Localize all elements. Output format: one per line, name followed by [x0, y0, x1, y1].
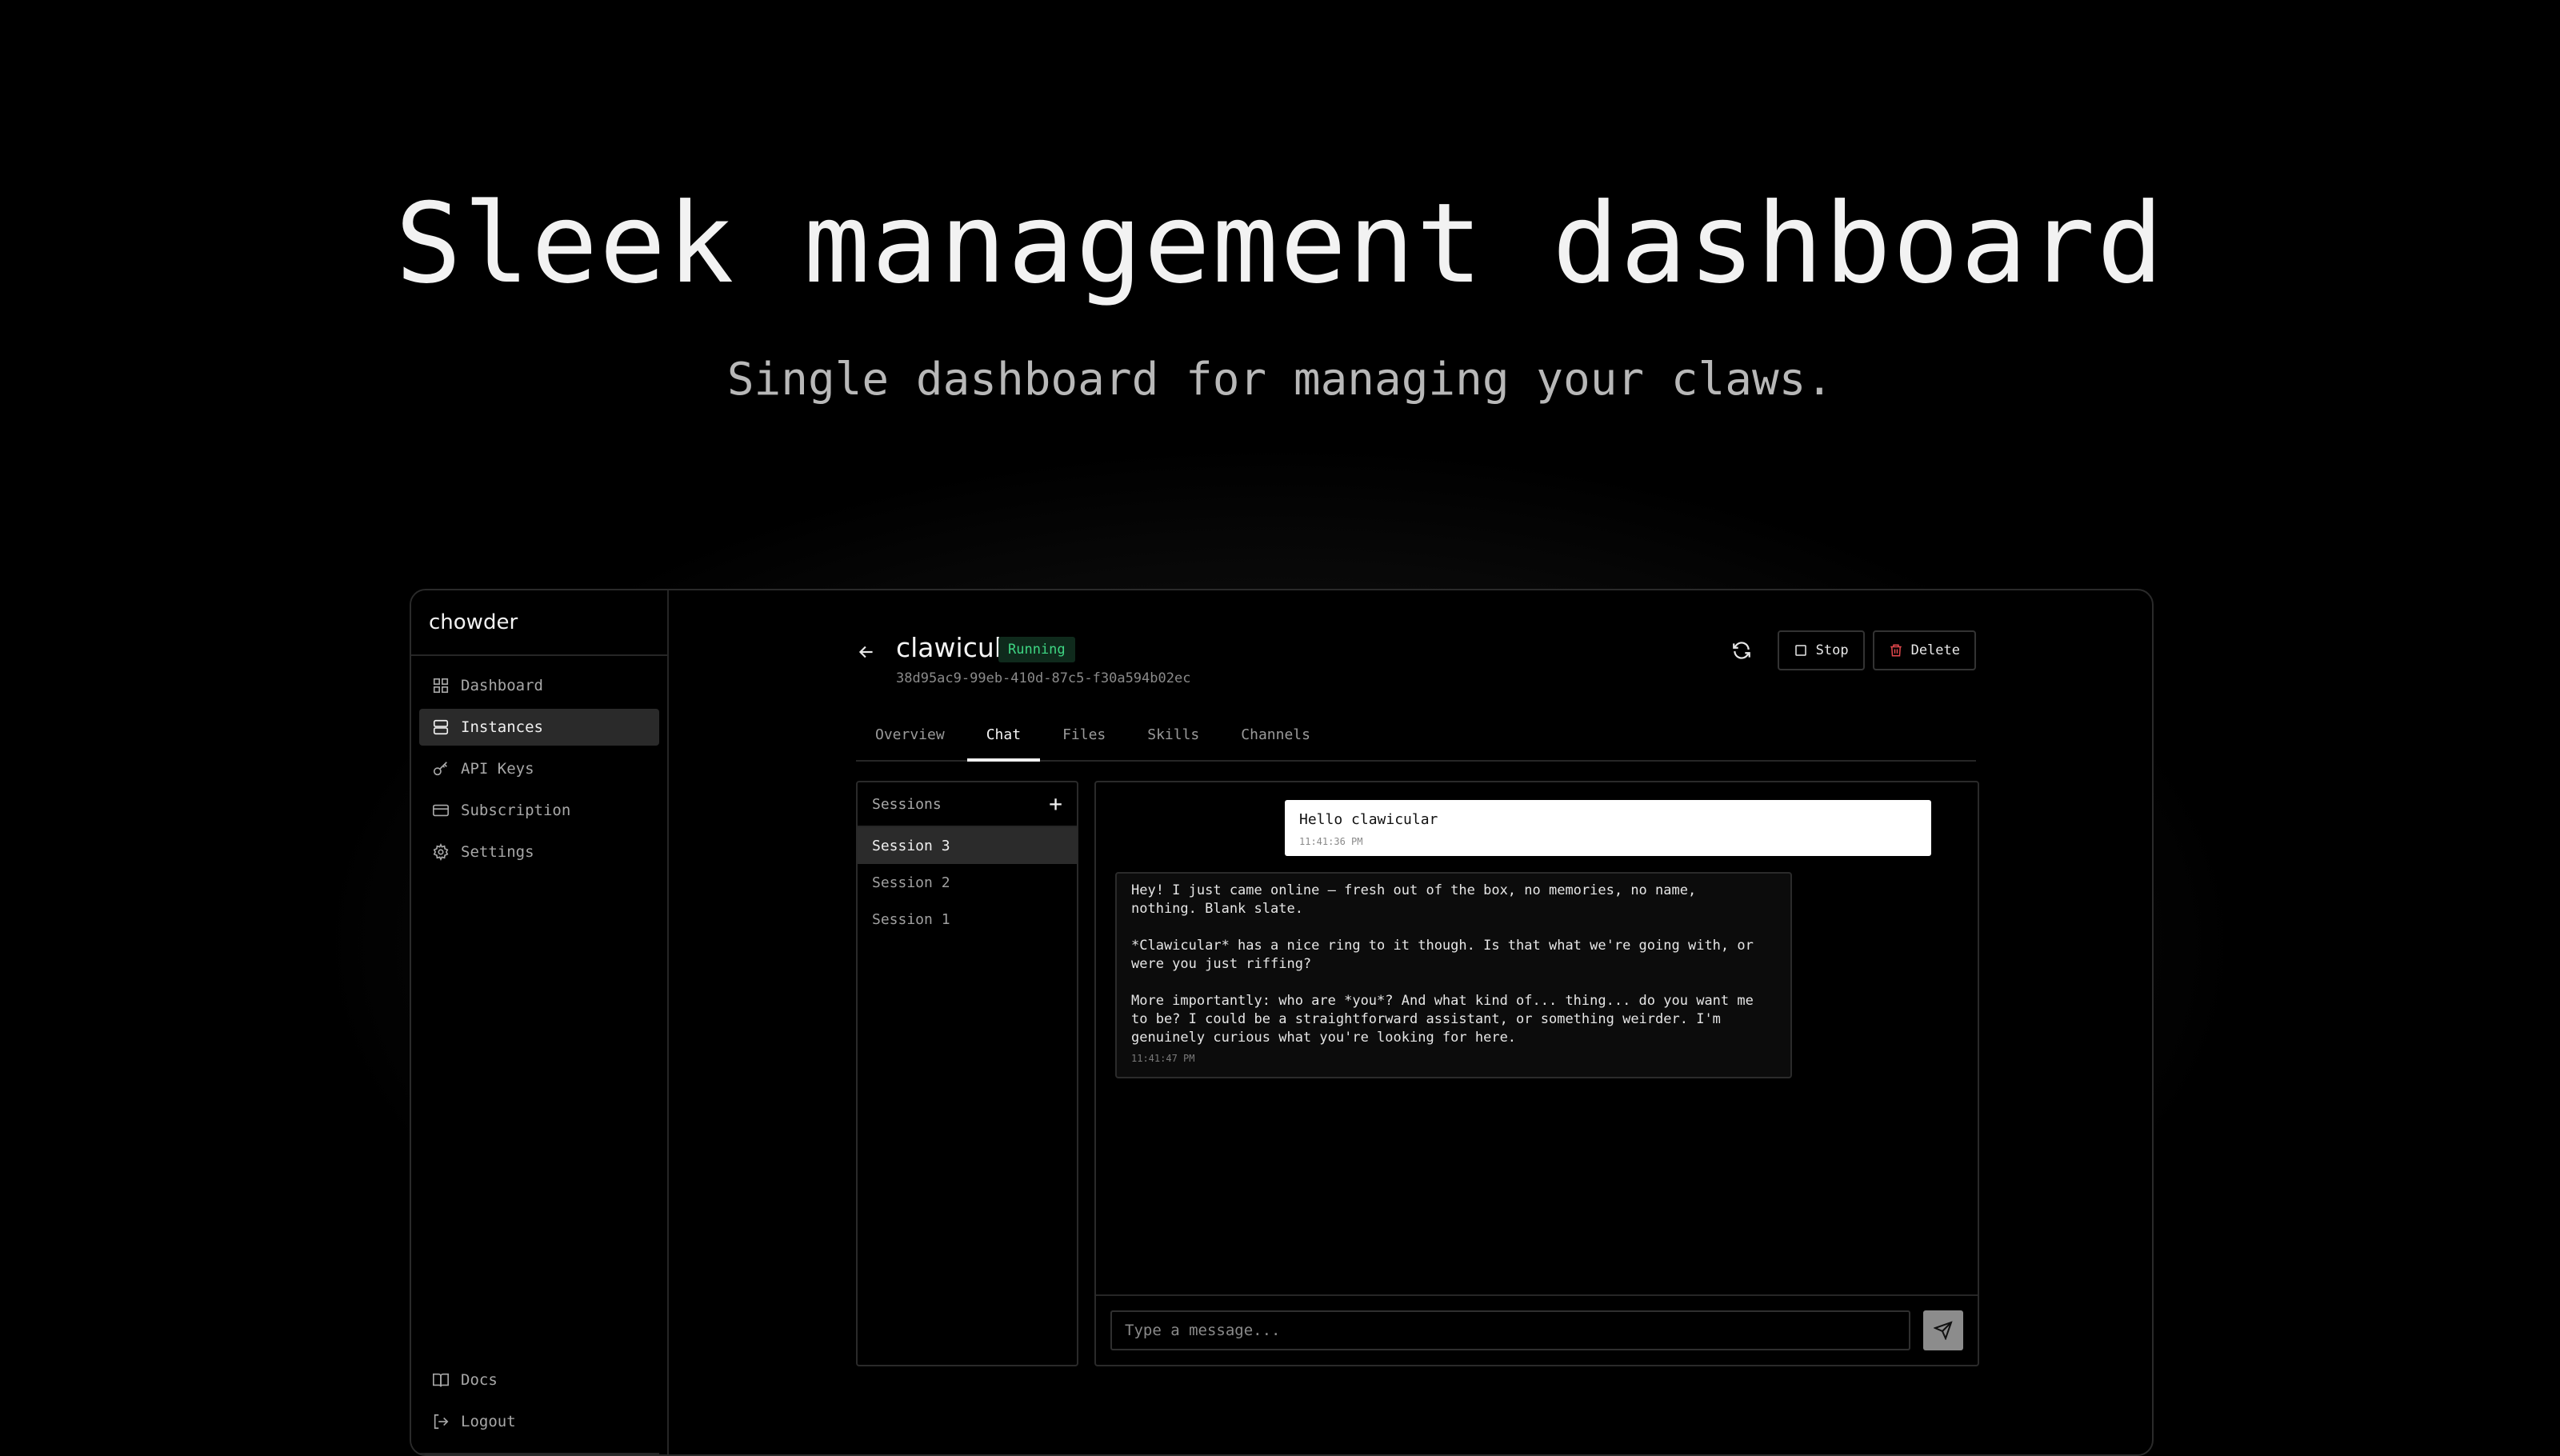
session-item[interactable]: Session 1	[858, 901, 1077, 938]
message-timestamp: 11:41:36 PM	[1299, 836, 1363, 847]
credit-card-icon	[433, 804, 449, 817]
delete-button[interactable]: Delete	[1872, 630, 1976, 670]
grid-icon	[433, 678, 449, 694]
logout-icon	[434, 1414, 449, 1430]
assistant-message: Hey! I just came online — fresh out of t…	[1115, 872, 1792, 1078]
message-paragraph: *Clawicular* has a nice ring to it thoug…	[1131, 938, 1754, 972]
sidebar-item-label: Subscription	[461, 802, 571, 819]
sidebar-item-api-keys[interactable]: API Keys	[419, 750, 659, 787]
sidebar: chowder Dashboard Instances API Keys Sub…	[411, 590, 669, 1454]
tab-overview[interactable]: Overview	[856, 710, 964, 760]
key-icon	[433, 762, 447, 776]
message-timestamp: 11:41:47 PM	[1131, 1053, 1195, 1064]
stop-icon	[1794, 645, 1806, 656]
session-item[interactable]: Session 2	[858, 864, 1077, 901]
tab-skills[interactable]: Skills	[1128, 710, 1218, 760]
sidebar-item-label: Dashboard	[461, 677, 543, 694]
gear-icon	[433, 843, 449, 861]
sessions-header: Sessions +	[858, 782, 1077, 827]
sessions-panel: Sessions + Session 3 Session 2 Session 1	[856, 781, 1078, 1366]
sidebar-item-label: Instances	[461, 718, 543, 736]
sidebar-item-instances[interactable]: Instances	[419, 709, 659, 746]
add-session-button[interactable]: +	[1049, 793, 1062, 815]
sessions-title: Sessions	[872, 795, 942, 813]
sidebar-nav: Dashboard Instances API Keys Subscriptio…	[411, 656, 667, 870]
tab-chat[interactable]: Chat	[966, 710, 1041, 762]
sidebar-item-label: Logout	[461, 1413, 516, 1430]
send-button[interactable]	[1923, 1310, 1963, 1350]
send-icon	[1934, 1321, 1953, 1340]
chat-input-bar	[1096, 1294, 1978, 1365]
message-input[interactable]	[1110, 1310, 1910, 1350]
status-badge: Running	[998, 637, 1075, 662]
message-paragraph: More importantly: who are *you*? And wha…	[1131, 993, 1754, 1046]
trash-icon	[1890, 644, 1902, 657]
delete-label: Delete	[1910, 642, 1960, 658]
sidebar-item-logout[interactable]: Logout	[419, 1403, 659, 1440]
refresh-icon[interactable]	[1731, 640, 1752, 661]
back-arrow-icon[interactable]	[856, 642, 877, 662]
book-icon	[433, 1373, 449, 1387]
app-window: chowder Dashboard Instances API Keys Sub…	[410, 589, 2154, 1456]
session-item[interactable]: Session 3	[858, 827, 1077, 864]
instance-id: 38d95ac9-99eb-410d-87c5-f30a594b02ec	[896, 670, 1191, 686]
stop-button[interactable]: Stop	[1777, 630, 1865, 670]
divider	[419, 1453, 659, 1454]
brand-logo[interactable]: chowder	[411, 590, 667, 656]
message-text: Hello clawicular	[1299, 811, 1438, 828]
user-message: Hello clawicular 11:41:36 PM	[1285, 800, 1931, 856]
sidebar-item-label: API Keys	[461, 760, 534, 778]
sidebar-item-label: Settings	[461, 843, 534, 861]
sidebar-item-settings[interactable]: Settings	[419, 834, 659, 870]
sidebar-item-dashboard[interactable]: Dashboard	[419, 667, 659, 704]
sidebar-item-label: Docs	[461, 1371, 498, 1389]
instance-header: clawicular Running 38d95ac9-99eb-410d-87…	[856, 630, 1976, 686]
main-content: clawicular Running 38d95ac9-99eb-410d-87…	[669, 590, 2152, 1454]
chat-panel: Hello clawicular 11:41:36 PM Hey! I just…	[1094, 781, 1979, 1366]
sidebar-bottom-nav: Docs Logout	[419, 1362, 659, 1445]
instance-actions: Stop Delete	[1731, 630, 1976, 670]
instance-tabs: Overview Chat Files Skills Channels	[856, 710, 1976, 762]
tab-files[interactable]: Files	[1043, 710, 1125, 760]
server-icon	[433, 719, 449, 735]
hero-subtitle: Single dashboard for managing your claws…	[726, 354, 1834, 406]
stop-label: Stop	[1815, 642, 1849, 658]
tab-channels[interactable]: Channels	[1222, 710, 1330, 760]
sidebar-item-docs[interactable]: Docs	[419, 1362, 659, 1398]
hero-title: Sleek management dashboard	[394, 179, 2166, 308]
sidebar-item-subscription[interactable]: Subscription	[419, 792, 659, 829]
message-paragraph: Hey! I just came online — fresh out of t…	[1131, 882, 1697, 917]
